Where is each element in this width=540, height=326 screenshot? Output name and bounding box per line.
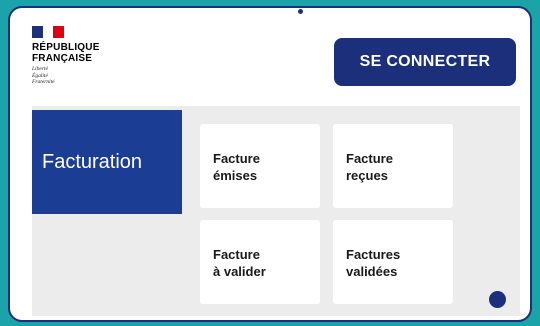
logo-motto-line3: Fraternité [32,79,55,85]
connect-button[interactable]: SE CONNECTER [334,38,516,86]
tile-factures-emises[interactable]: Facture émises [200,124,320,208]
tile-factures-recues[interactable]: Facture reçues [333,124,453,208]
tile-label-line1: Factures [346,247,401,262]
tile-factures-validees[interactable]: Factures validées [333,220,453,304]
tile-label-line1: Facture [346,151,393,166]
logo-motto: Liberté Égalité Fraternité [32,66,132,86]
nav-item-label: Facturation [42,150,143,173]
device-frame: RÉPUBLIQUE FRANÇAISE Liberté Égalité Fra… [8,6,532,322]
tile-label-line2: émises [213,168,258,183]
main-panel: Facturation Facture émises Facture reçue… [32,106,520,316]
tile-label-line2: reçues [346,168,388,183]
nav-item-facturation[interactable]: Facturation [32,110,182,214]
republique-francaise-logo: RÉPUBLIQUE FRANÇAISE Liberté Égalité Fra… [32,26,132,86]
tile-factures-a-valider[interactable]: Facture à valider [200,220,320,304]
logo-name-line2: FRANÇAISE [32,53,93,64]
logo-name: RÉPUBLIQUE FRANÇAISE [32,42,132,64]
logo-name-line1: RÉPUBLIQUE [32,42,100,53]
tile-label-line2: à valider [213,264,266,279]
status-dot-icon [489,291,506,308]
french-flag-icon [32,26,65,38]
tile-label-line1: Facture [213,247,260,262]
tile-label-line1: Facture [213,151,260,166]
tile-label-line2: validées [346,264,398,279]
camera-dot [298,9,303,14]
